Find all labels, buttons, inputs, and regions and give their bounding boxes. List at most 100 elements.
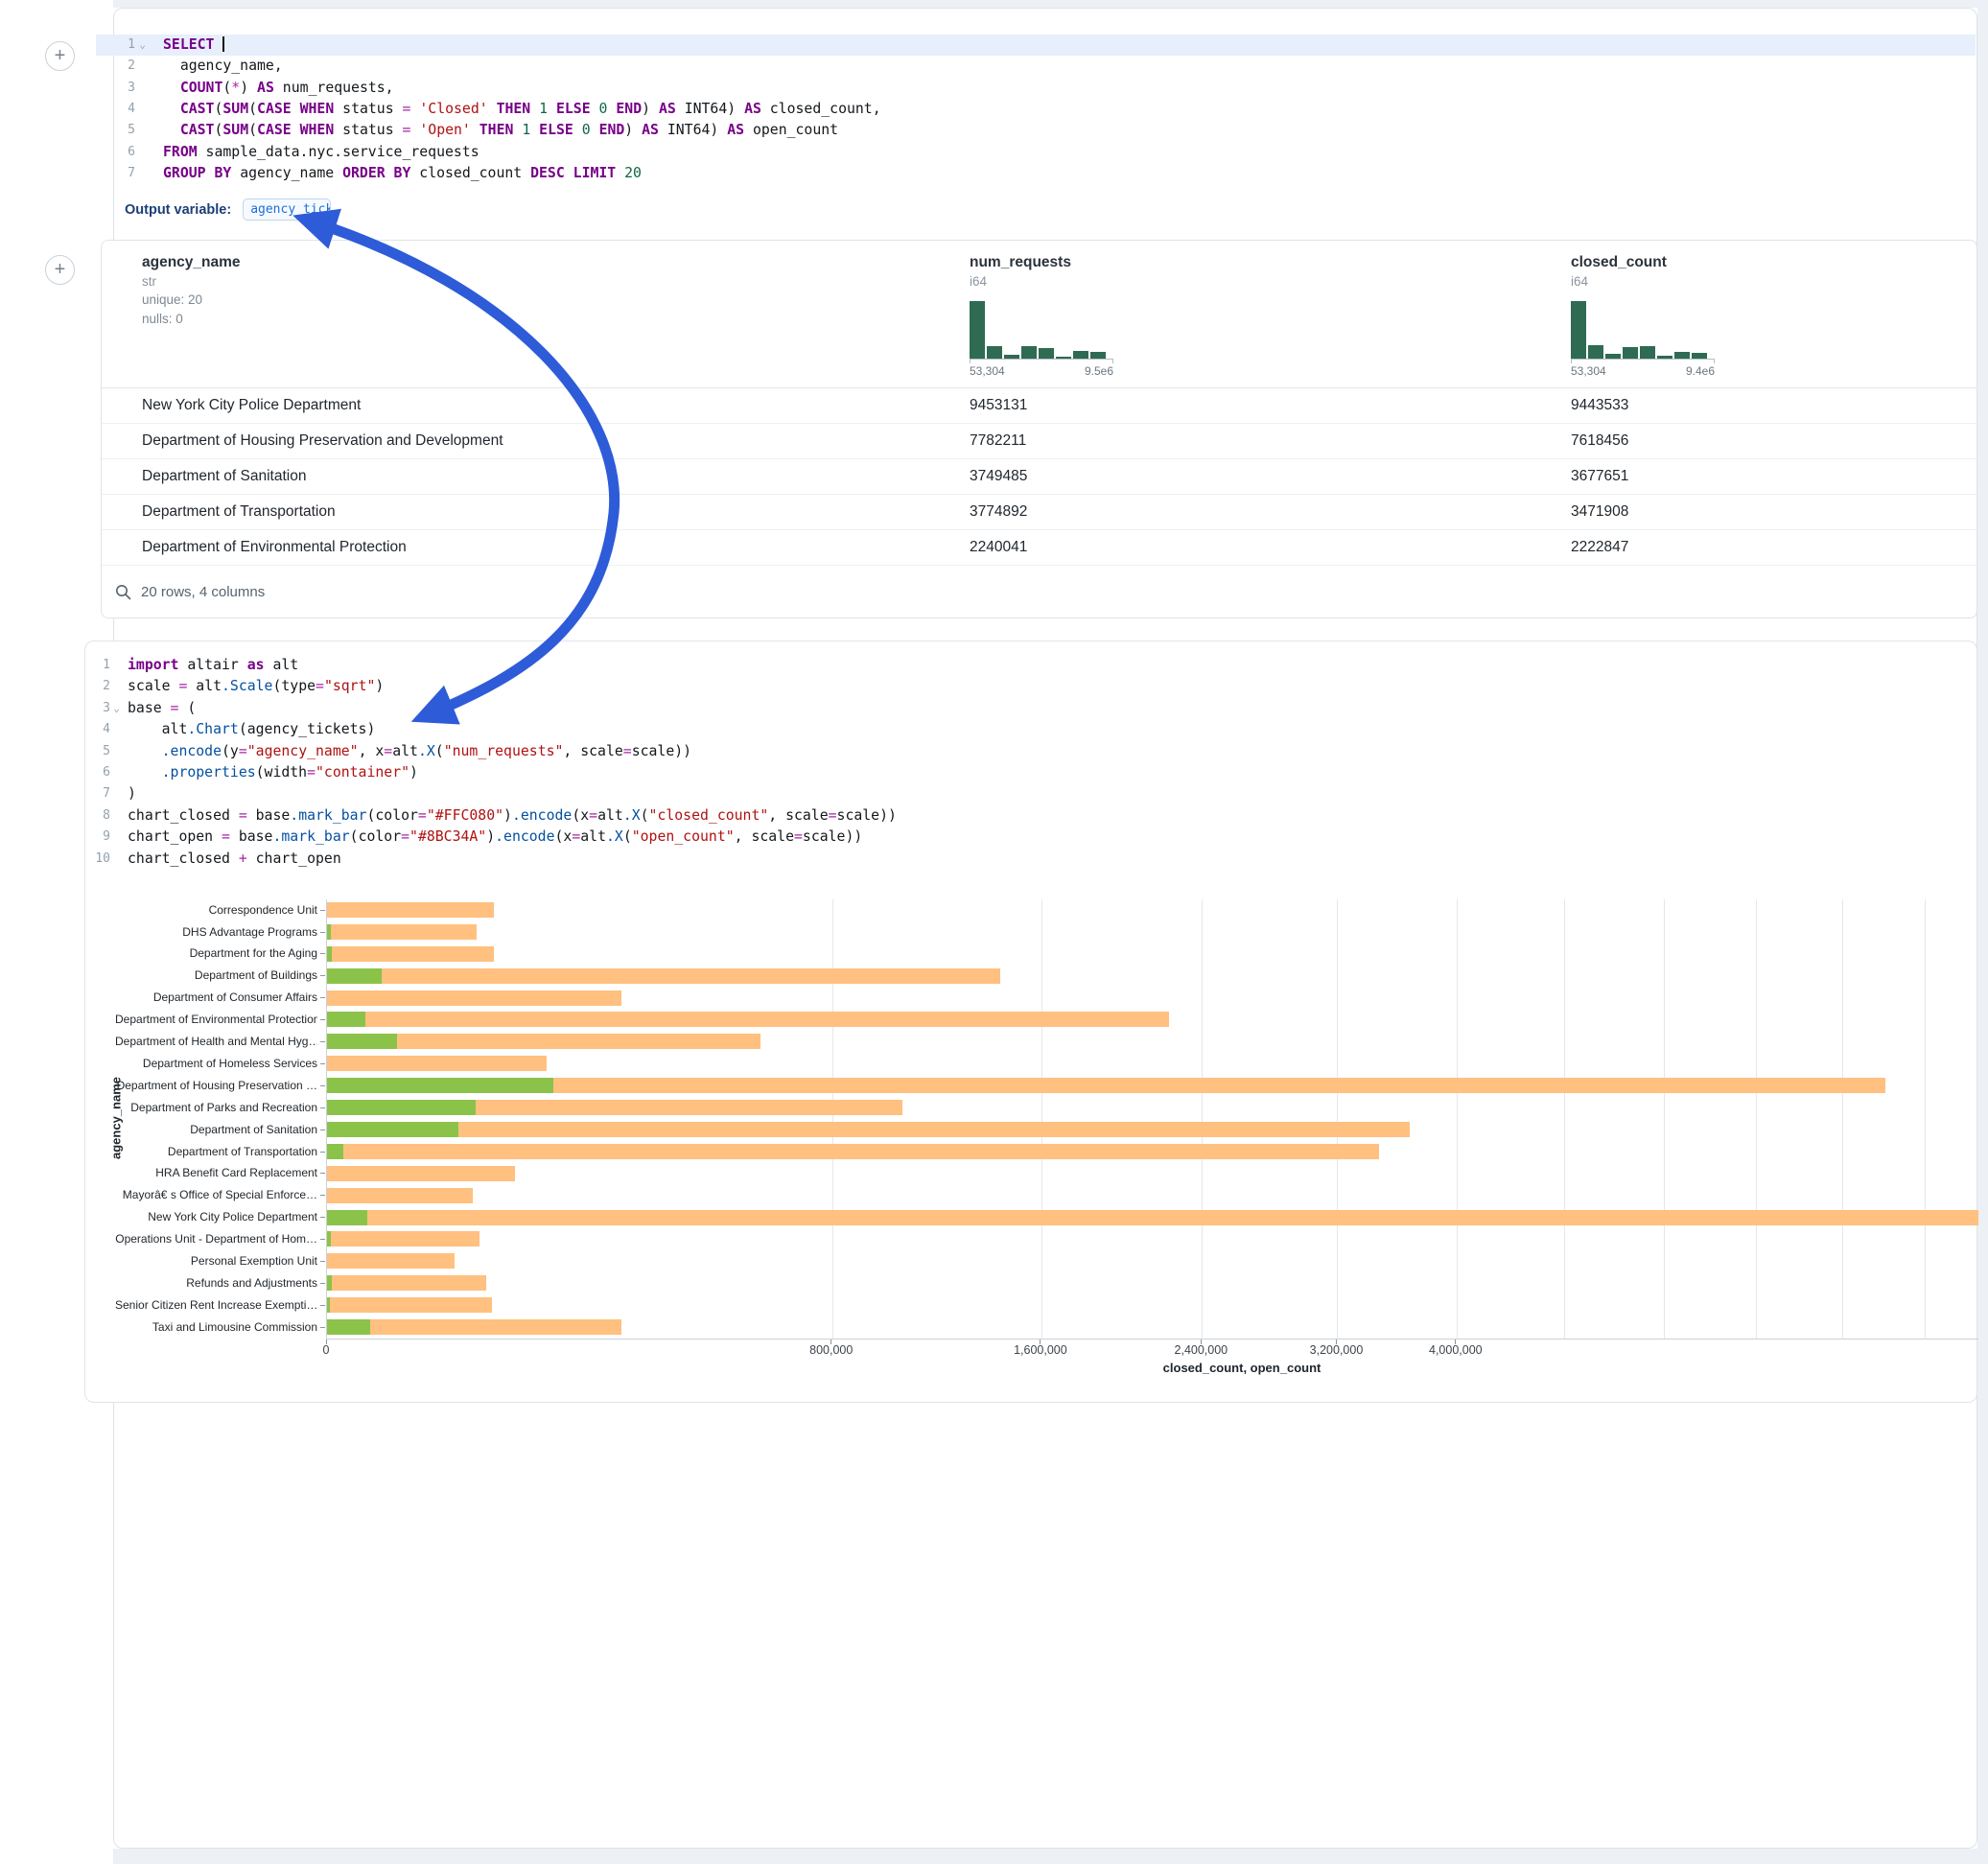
- table-row[interactable]: Department of Environmental Protection22…: [102, 530, 1976, 566]
- code-token: .encode: [495, 828, 554, 845]
- code-token: INT64): [659, 122, 727, 138]
- table-row[interactable]: Department of Housing Preservation and D…: [102, 424, 1976, 459]
- column-name: closed_count: [1571, 253, 1976, 271]
- code-token: agency_name: [231, 165, 342, 181]
- code-token: .X: [418, 743, 435, 759]
- code-token: as: [247, 657, 265, 673]
- histogram-bar: [1073, 351, 1088, 359]
- code-token: altair: [178, 657, 246, 673]
- code-token: CASE: [257, 101, 292, 117]
- table-row[interactable]: New York City Police Department945313194…: [102, 388, 1976, 424]
- code-line[interactable]: 4 alt.Chart(agency_tickets): [85, 719, 1975, 740]
- code-token: .properties: [162, 764, 256, 781]
- code-line[interactable]: 2 agency_name,: [96, 56, 1976, 77]
- line-number: 2: [85, 676, 110, 697]
- code-line[interactable]: 3⌄base = (: [85, 698, 1975, 719]
- code-token: "container": [316, 764, 409, 781]
- code-token: ORDER BY: [342, 165, 410, 181]
- fold-chevron-icon[interactable]: ⌄: [135, 35, 150, 56]
- code-line[interactable]: 8chart_closed = base.mark_bar(color="#FF…: [85, 805, 1975, 827]
- code-token: scale: [128, 678, 178, 694]
- code-token: GROUP BY: [163, 165, 231, 181]
- fold-chevron-icon[interactable]: ⌄: [110, 698, 123, 719]
- sql-cell-editor[interactable]: 1⌄SELECT 2 agency_name,3 COUNT(*) AS num…: [96, 35, 1976, 185]
- code-token: alt: [392, 743, 418, 759]
- code-token: scale)): [632, 743, 691, 759]
- table-row[interactable]: Department of Transportation377489234719…: [102, 495, 1976, 530]
- code-token: scale)): [837, 807, 897, 824]
- code-token: (: [248, 122, 257, 138]
- code-token: CASE: [257, 122, 292, 138]
- line-number: 9: [85, 827, 110, 848]
- column-dtype: str: [142, 273, 970, 291]
- background-strip-top: [113, 0, 1988, 8]
- code-token: "agency_name": [247, 743, 359, 759]
- code-line[interactable]: 2scale = alt.Scale(type="sqrt"): [85, 676, 1975, 697]
- code-token: [128, 743, 162, 759]
- code-line[interactable]: 4 CAST(SUM(CASE WHEN status = 'Closed' T…: [96, 99, 1976, 120]
- column-header-agency_name[interactable]: agency_namestrunique: 20nulls: 0: [102, 241, 970, 387]
- code-line[interactable]: 1import altair as alt: [85, 655, 1975, 676]
- code-token: status: [334, 122, 402, 138]
- table-cell: 7618456: [1571, 432, 1976, 450]
- code-token: chart_closed: [128, 807, 239, 824]
- code-token: [163, 122, 180, 138]
- code-token: .encode: [162, 743, 222, 759]
- code-line[interactable]: 1⌄SELECT: [96, 35, 1976, 56]
- fold-chevron-icon: [110, 762, 123, 783]
- code-text: .properties(width="container"): [123, 762, 418, 783]
- table-cell: 3774892: [970, 503, 1571, 521]
- histogram-bar: [1090, 352, 1106, 359]
- code-text: alt.Chart(agency_tickets): [123, 719, 375, 740]
- code-token: =: [384, 743, 392, 759]
- search-icon[interactable]: [115, 584, 131, 600]
- histogram-bar: [1588, 345, 1603, 359]
- code-line[interactable]: 7): [85, 783, 1975, 804]
- code-token: CAST: [180, 101, 215, 117]
- code-token: 0: [582, 122, 591, 138]
- code-token: .X: [623, 807, 641, 824]
- histogram-max-label: 9.5e6: [1085, 364, 1113, 378]
- code-token: sample_data.nyc.service_requests: [198, 144, 479, 160]
- add-cell-button[interactable]: +: [45, 41, 75, 71]
- python-cell-editor[interactable]: 1import altair as alt2scale = alt.Scale(…: [85, 655, 1975, 870]
- code-token: [163, 80, 180, 96]
- code-token: [565, 165, 573, 181]
- code-token: ): [240, 80, 257, 96]
- code-line[interactable]: 3 COUNT(*) AS num_requests,: [96, 78, 1976, 99]
- code-text: chart_open = base.mark_bar(color="#8BC34…: [123, 827, 862, 848]
- code-token: WHEN: [300, 101, 335, 117]
- code-token: , scale: [735, 828, 794, 845]
- table-header: agency_namestrunique: 20nulls: 0num_requ…: [102, 241, 1976, 388]
- table-footer: 20 rows, 4 columns: [102, 566, 1976, 617]
- code-token: (: [641, 807, 649, 824]
- code-token: import: [128, 657, 178, 673]
- table-row[interactable]: Department of Sanitation37494853677651: [102, 459, 1976, 495]
- column-histogram: [970, 299, 1113, 359]
- code-token: .Chart: [187, 721, 238, 737]
- code-token: END: [616, 101, 642, 117]
- table-cell: 9443533: [1571, 397, 1976, 414]
- column-header-num_requests[interactable]: num_requestsi6453,3049.5e6: [970, 241, 1571, 387]
- column-header-closed_count[interactable]: closed_counti6453,3049.4e6: [1571, 241, 1976, 387]
- code-line[interactable]: 6 .properties(width="container"): [85, 762, 1975, 783]
- fold-chevron-icon: [135, 99, 150, 120]
- code-token: =: [572, 828, 580, 845]
- code-token: ): [128, 785, 136, 802]
- code-line[interactable]: 9 chart_open = base.mark_bar(color="#8BC3…: [85, 827, 1975, 848]
- column-name: num_requests: [970, 253, 1571, 271]
- code-line[interactable]: 5 .encode(y="agency_name", x=alt.X("num_…: [85, 741, 1975, 762]
- code-line[interactable]: 7GROUP BY agency_name ORDER BY closed_co…: [96, 163, 1976, 184]
- code-line[interactable]: 6FROM sample_data.nyc.service_requests: [96, 142, 1976, 163]
- code-token: , scale: [563, 743, 622, 759]
- code-line[interactable]: 10chart_closed + chart_open: [85, 849, 1975, 870]
- output-variable-pill[interactable]: agency_tickets: [243, 198, 331, 221]
- code-token: (type: [272, 678, 316, 694]
- add-cell-button[interactable]: +: [45, 255, 75, 285]
- code-line[interactable]: 5 CAST(SUM(CASE WHEN status = 'Open' THE…: [96, 120, 1976, 141]
- code-token: WHEN: [300, 122, 335, 138]
- column-stat: nulls: 0: [142, 310, 970, 329]
- code-text: base = (: [123, 698, 196, 719]
- code-token: AS: [744, 101, 761, 117]
- histogram-bar: [1623, 347, 1638, 359]
